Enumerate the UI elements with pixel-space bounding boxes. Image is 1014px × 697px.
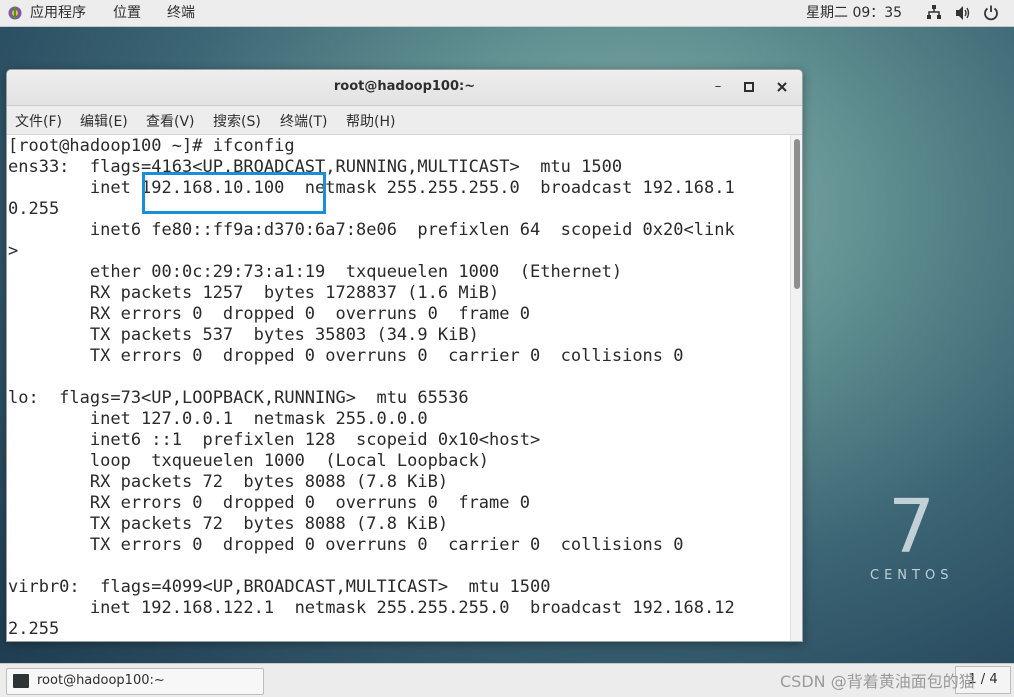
maximize-icon bbox=[744, 82, 754, 92]
places-menu[interactable]: 位置 bbox=[113, 3, 141, 23]
terminal-line: loop txqueuelen 1000 (Local Loopback) bbox=[8, 451, 490, 471]
scrollbar-thumb[interactable] bbox=[794, 139, 800, 289]
centos-logo-number: 7 bbox=[888, 484, 936, 570]
menu-view[interactable]: 查看(V) bbox=[146, 111, 195, 131]
menu-help[interactable]: 帮助(H) bbox=[346, 111, 395, 131]
terminal-line: inet 127.0.0.1 netmask 255.0.0.0 bbox=[8, 409, 428, 429]
network-icon[interactable] bbox=[926, 4, 942, 22]
terminal-line: ens33: flags=4163<UP,BROADCAST,RUNNING,M… bbox=[8, 157, 623, 177]
close-icon bbox=[777, 82, 787, 92]
watermark: CSDN @背着黄油面包的猫 bbox=[780, 672, 975, 691]
window-title: root@hadoop100:~ bbox=[333, 79, 476, 94]
terminal-text: [root@hadoop100 ~]# ifconfig ens33: flags… bbox=[7, 135, 790, 640]
minimize-button[interactable]: – bbox=[710, 79, 726, 95]
power-icon[interactable] bbox=[983, 4, 999, 22]
terminal-line: RX errors 0 dropped 0 overruns 0 frame 0 bbox=[8, 493, 530, 513]
terminal-line: lo: flags=73<UP,LOOPBACK,RUNNING> mtu 65… bbox=[8, 388, 469, 408]
terminal-line: inet6 fe80::ff9a:d370:6a7:8e06 prefixlen… bbox=[8, 220, 735, 240]
terminal-line: TX errors 0 dropped 0 overruns 0 carrier… bbox=[8, 346, 684, 366]
terminal-line: [root@hadoop100 ~]# ifconfig bbox=[8, 136, 295, 156]
terminal-output[interactable]: [root@hadoop100 ~]# ifconfig ens33: flags… bbox=[7, 135, 790, 641]
applications-menu[interactable]: 应用程序 bbox=[30, 3, 86, 23]
terminal-line: virbr0: flags=4099<UP,BROADCAST,MULTICAS… bbox=[8, 577, 551, 597]
terminal-window[interactable]: root@hadoop100:~ – 文件(F) 编辑(E) 查看(V) 搜索(… bbox=[6, 69, 803, 642]
terminal-line: inet6 ::1 prefixlen 128 scopeid 0x10<hos… bbox=[8, 430, 541, 450]
terminal-line: RX packets 1257 bytes 1728837 (1.6 MiB) bbox=[8, 283, 500, 303]
top-bar: 应用程序 位置 终端 星期二 09：35 bbox=[0, 0, 1014, 27]
menu-edit[interactable]: 编辑(E) bbox=[80, 111, 128, 131]
taskbar-window-button[interactable]: root@hadoop100:~ bbox=[6, 668, 264, 695]
terminal-line: 2.255 bbox=[8, 619, 60, 639]
window-titlebar[interactable]: root@hadoop100:~ – bbox=[7, 70, 802, 106]
terminal-line: TX packets 72 bytes 8088 (7.8 KiB) bbox=[8, 514, 449, 534]
menu-search[interactable]: 搜索(S) bbox=[213, 111, 261, 131]
taskbar-window-label: root@hadoop100:~ bbox=[37, 673, 165, 688]
menu-file[interactable]: 文件(F) bbox=[15, 111, 62, 131]
terminal-line: 0.255 bbox=[8, 199, 60, 219]
volume-icon[interactable] bbox=[954, 4, 972, 22]
terminal-line: TX errors 0 dropped 0 overruns 0 carrier… bbox=[8, 535, 684, 555]
centos-logo-word: CENTOS bbox=[870, 568, 954, 583]
maximize-button[interactable] bbox=[741, 79, 757, 95]
terminal-line: RX packets 72 bytes 8088 (7.8 KiB) bbox=[8, 472, 449, 492]
terminal-line: RX errors 0 dropped 0 overruns 0 frame 0 bbox=[8, 304, 530, 324]
terminal-line: inet 192.168.122.1 netmask 255.255.255.0… bbox=[8, 598, 735, 618]
menu-terminal[interactable]: 终端(T) bbox=[280, 111, 327, 131]
terminal-line: TX packets 537 bytes 35803 (34.9 KiB) bbox=[8, 325, 479, 345]
ip-highlight-box bbox=[142, 172, 326, 214]
terminal-app-menu[interactable]: 终端 bbox=[167, 3, 195, 23]
terminal-line: inet 192.168.10.100 netmask 255.255.255.… bbox=[8, 178, 735, 198]
clock[interactable]: 星期二 09：35 bbox=[806, 3, 902, 23]
activities-logo-icon[interactable] bbox=[8, 6, 22, 20]
close-button[interactable] bbox=[774, 79, 790, 95]
terminal-line: > bbox=[8, 241, 19, 261]
scrollbar[interactable] bbox=[790, 135, 802, 641]
menu-bar: 文件(F) 编辑(E) 查看(V) 搜索(S) 终端(T) 帮助(H) bbox=[7, 106, 802, 135]
terminal-icon bbox=[13, 674, 29, 688]
terminal-line: ether 00:0c:29:73:a1:19 txqueuelen 1000 … bbox=[8, 262, 623, 282]
